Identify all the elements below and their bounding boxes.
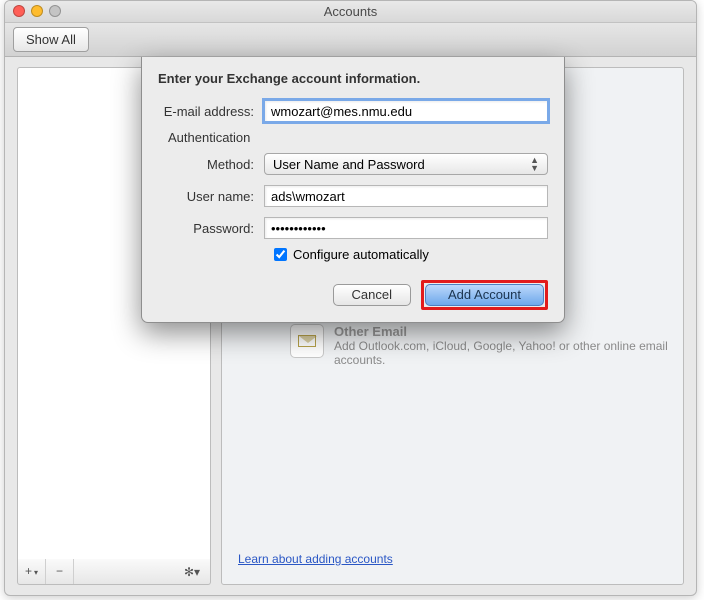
titlebar: Accounts [5, 1, 696, 23]
toolbar: Show All [5, 23, 696, 57]
password-label: Password: [158, 221, 264, 236]
zoom-icon [49, 5, 61, 17]
bg-other-email-option[interactable]: Other Email Add Outlook.com, iCloud, Goo… [290, 324, 674, 367]
method-select[interactable]: User Name and Password ▲▼ [264, 153, 548, 175]
highlight-box: Add Account [421, 280, 548, 310]
username-label: User name: [158, 189, 264, 204]
auth-section-label: Authentication [168, 130, 548, 145]
sheet-heading: Enter your Exchange account information. [158, 71, 548, 86]
password-field[interactable] [264, 217, 548, 239]
window-title: Accounts [324, 4, 377, 19]
settings-gear-button[interactable]: ✻▾ [174, 565, 210, 579]
show-all-button[interactable]: Show All [13, 27, 89, 52]
traffic-lights [13, 5, 61, 17]
chevron-updown-icon: ▲▼ [530, 156, 539, 172]
learn-about-accounts-link[interactable]: Learn about adding accounts [238, 552, 393, 566]
close-icon[interactable] [13, 5, 25, 17]
minimize-icon[interactable] [31, 5, 43, 17]
username-field[interactable] [264, 185, 548, 207]
configure-automatically-label: Configure automatically [293, 247, 429, 262]
configure-automatically-checkbox[interactable] [274, 248, 287, 261]
sidebar-footer: +▾ − ✻▾ [17, 559, 211, 585]
remove-account-button[interactable]: − [46, 559, 74, 584]
envelope-icon [290, 324, 324, 358]
add-account-button[interactable]: +▾ [18, 559, 46, 584]
method-label: Method: [158, 157, 264, 172]
exchange-setup-sheet: Enter your Exchange account information.… [141, 57, 565, 323]
method-value: User Name and Password [273, 157, 425, 172]
email-label: E-mail address: [158, 104, 264, 119]
cancel-button[interactable]: Cancel [333, 284, 411, 306]
accounts-window: Accounts Show All +▾ − ✻▾ Add an Account… [4, 0, 697, 596]
add-account-button-primary[interactable]: Add Account [425, 284, 544, 306]
email-field[interactable] [264, 100, 548, 122]
